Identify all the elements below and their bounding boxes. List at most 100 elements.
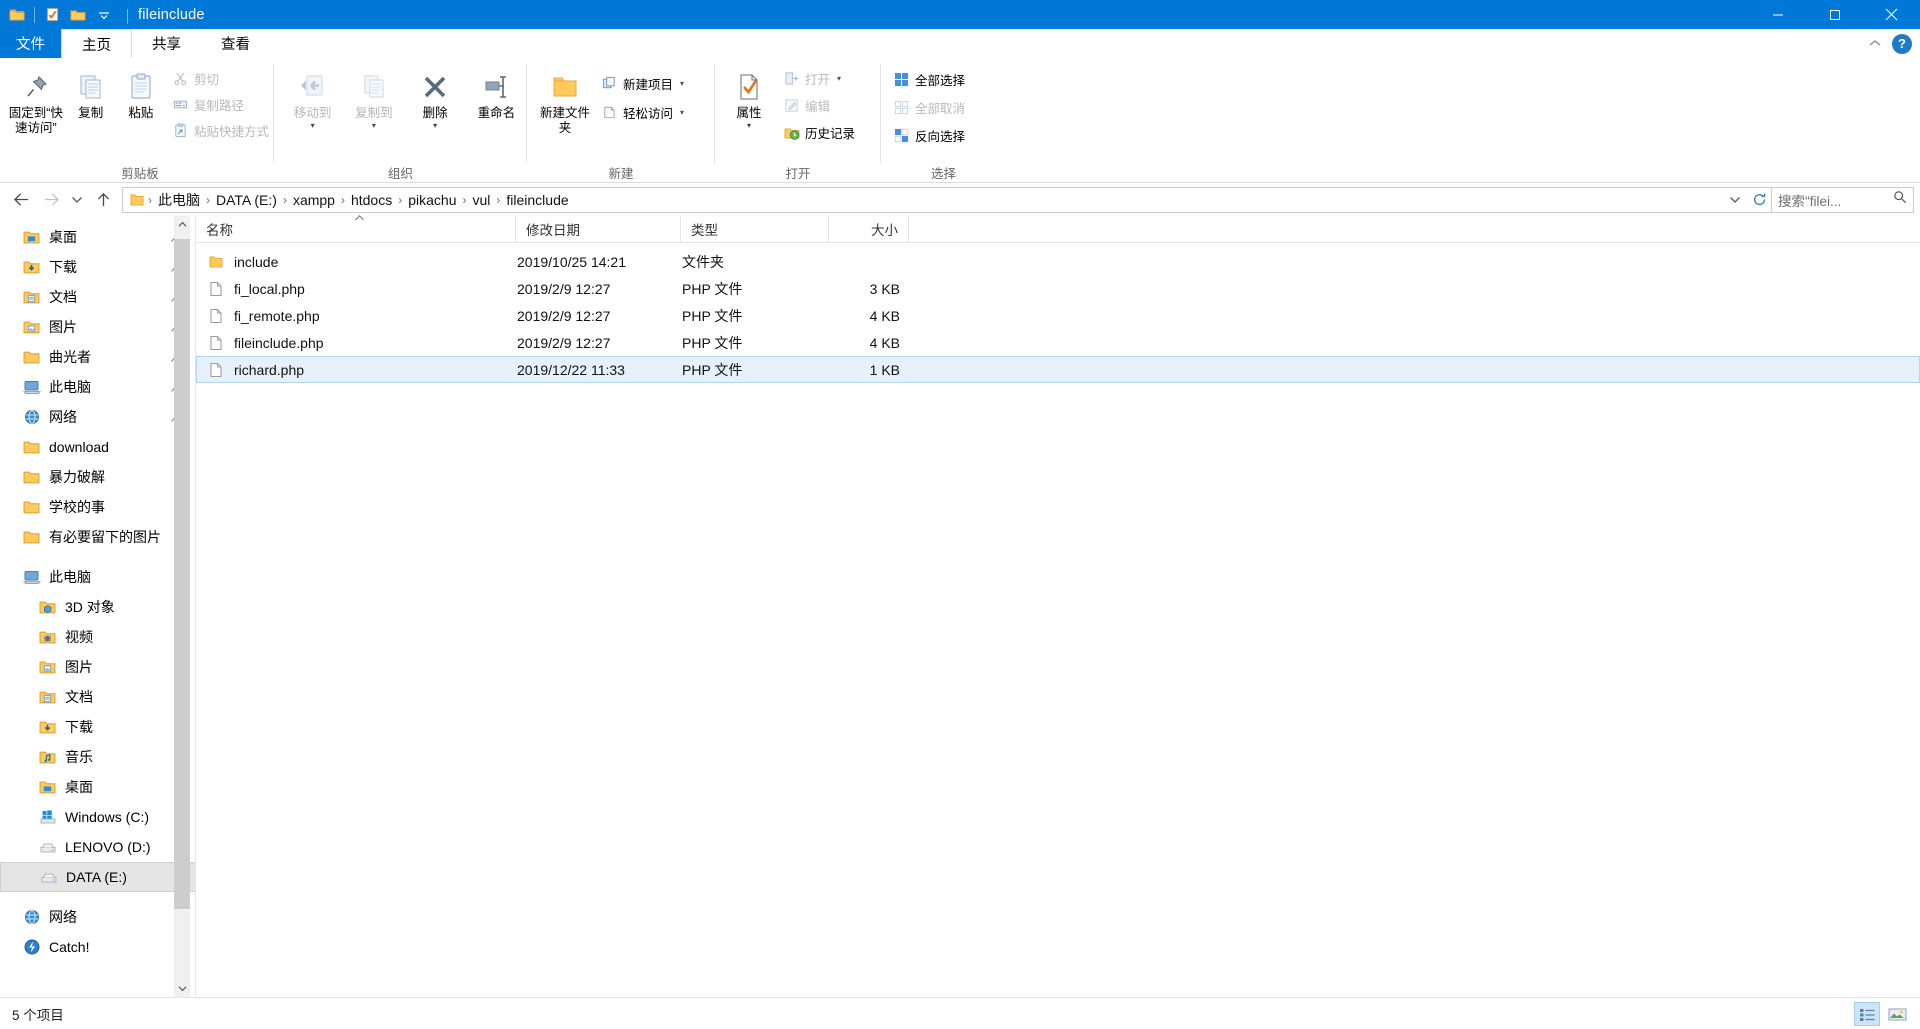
copy-to-button[interactable]: 复制到 ▾ xyxy=(343,66,404,130)
forward-button[interactable] xyxy=(36,186,66,214)
paste-shortcut-button[interactable]: 粘贴快捷方式 xyxy=(170,119,274,142)
back-button[interactable] xyxy=(6,186,36,214)
nav-item-desktop-pc[interactable]: 桌面 xyxy=(0,772,196,802)
nav-item-pictures[interactable]: 图片 xyxy=(0,312,196,342)
nav-item-music[interactable]: 音乐 xyxy=(0,742,196,772)
nav-scroll-track[interactable] xyxy=(174,233,190,980)
nav-scroll-thumb[interactable] xyxy=(174,239,190,909)
nav-item-3d-objects[interactable]: 3D 对象 xyxy=(0,592,196,622)
paste-button[interactable]: 粘贴 xyxy=(116,66,166,121)
table-row[interactable]: richard.php 2019/12/22 11:33 PHP 文件 1 KB xyxy=(196,356,1920,383)
move-to-label: 移动到 xyxy=(293,106,332,120)
rename-button[interactable]: 重命名 xyxy=(466,66,527,121)
help-icon[interactable]: ? xyxy=(1892,33,1912,54)
nav-item-documents[interactable]: 文档 xyxy=(0,282,196,312)
tab-share[interactable]: 共享 xyxy=(132,29,201,58)
properties-caret-icon[interactable]: ▾ xyxy=(747,122,751,130)
new-folder-quick-icon[interactable] xyxy=(65,2,91,28)
nav-item-documents-pc[interactable]: 文档 xyxy=(0,682,196,712)
column-header-type[interactable]: 类型 xyxy=(681,215,829,243)
nav-item-youbiyaoliuxiadetupian[interactable]: 有必要留下的图片 xyxy=(0,522,196,552)
edit-button[interactable]: 编辑 xyxy=(781,94,860,117)
breadcrumb-item-5[interactable]: vul xyxy=(467,192,495,208)
minimize-button[interactable] xyxy=(1749,0,1806,29)
nav-item-lenovo-d[interactable]: LENOVO (D:) xyxy=(0,832,196,862)
nav-item-xuexiaodeshi[interactable]: 学校的事 xyxy=(0,492,196,522)
system-menu-icon[interactable] xyxy=(4,2,30,28)
nav-item-desktop[interactable]: 桌面 xyxy=(0,222,196,252)
address-chevron-down-icon[interactable] xyxy=(1723,188,1747,212)
recent-locations-button[interactable] xyxy=(66,186,88,214)
nav-item-catch[interactable]: Catch! xyxy=(0,932,196,962)
properties-quick-icon[interactable] xyxy=(39,2,65,28)
nav-item-baolipojie[interactable]: 暴力破解 xyxy=(0,462,196,492)
close-button[interactable] xyxy=(1863,0,1920,29)
search-icon[interactable] xyxy=(1893,190,1907,209)
tab-home[interactable]: 主页 xyxy=(61,29,132,58)
breadcrumb-item-0[interactable]: 此电脑 xyxy=(153,190,205,210)
copy-path-button[interactable]: 复制路径 xyxy=(170,93,274,116)
nav-item-downloads[interactable]: 下载 xyxy=(0,252,196,282)
open-button[interactable]: 打开 ▾ xyxy=(781,67,860,90)
nav-pane-scrollbar[interactable] xyxy=(174,216,190,997)
up-button[interactable] xyxy=(88,186,118,214)
nav-item-network[interactable]: 网络 xyxy=(0,902,196,932)
address-bar[interactable]: › 此电脑 › DATA (E:) › xampp › htdocs › pik… xyxy=(122,186,1772,213)
new-item-button[interactable]: 新建项目 ▾ xyxy=(599,72,689,95)
select-none-button[interactable]: 全部取消 xyxy=(891,96,970,119)
table-row[interactable]: fi_local.php 2019/2/9 12:27 PHP 文件 3 KB xyxy=(196,275,1920,302)
delete-caret-icon[interactable]: ▾ xyxy=(433,122,437,130)
cut-button[interactable]: 剪切 xyxy=(170,67,274,90)
select-all-button[interactable]: 全部选择 xyxy=(891,68,970,91)
nav-item-videos[interactable]: 视频 xyxy=(0,622,196,652)
new-folder-button[interactable]: 新建文件夹 xyxy=(537,66,593,136)
scroll-up-arrow-icon[interactable] xyxy=(174,216,190,233)
search-input[interactable]: 搜索"filei... xyxy=(1772,186,1914,213)
breadcrumb-item-6[interactable]: fileinclude xyxy=(501,192,573,208)
easy-access-dropdown-icon[interactable]: ▾ xyxy=(680,108,684,117)
nav-item-download[interactable]: download xyxy=(0,432,196,462)
breadcrumb-item-2[interactable]: xampp xyxy=(288,192,340,208)
tab-view[interactable]: 查看 xyxy=(201,29,270,58)
maximize-button[interactable] xyxy=(1806,0,1863,29)
move-to-button[interactable]: 移动到 ▾ xyxy=(282,66,343,130)
open-dropdown-icon[interactable]: ▾ xyxy=(837,74,841,83)
column-header-date[interactable]: 修改日期 xyxy=(516,215,681,243)
details-view-button[interactable] xyxy=(1854,1002,1880,1026)
nav-item-windows-c[interactable]: Windows (C:) xyxy=(0,802,196,832)
table-row[interactable]: include 2019/10/25 14:21 文件夹 xyxy=(196,248,1920,275)
cell-date: 2019/2/9 12:27 xyxy=(517,307,611,324)
nav-item-pictures-pc[interactable]: 图片 xyxy=(0,652,196,682)
invert-selection-button[interactable]: 反向选择 xyxy=(891,124,970,147)
nav-item-downloads-pc[interactable]: 下载 xyxy=(0,712,196,742)
copy-to-caret-icon[interactable]: ▾ xyxy=(372,122,376,130)
delete-button[interactable]: 删除 ▾ xyxy=(405,66,466,130)
copy-button[interactable]: 复制 xyxy=(66,66,116,121)
breadcrumb-item-3[interactable]: htdocs xyxy=(346,192,397,208)
new-item-dropdown-icon[interactable]: ▾ xyxy=(680,79,684,88)
nav-item-this-pc-root[interactable]: 此电脑 xyxy=(0,562,196,592)
nav-item-data-e[interactable]: DATA (E:) xyxy=(0,862,196,892)
nav-item-this-pc-quick[interactable]: 此电脑 xyxy=(0,372,196,402)
table-row[interactable]: fi_remote.php 2019/2/9 12:27 PHP 文件 4 KB xyxy=(196,302,1920,329)
nav-item-quguangzhe[interactable]: 曲光者 xyxy=(0,342,196,372)
history-button[interactable]: 历史记录 xyxy=(781,121,860,144)
copy-label: 复制 xyxy=(78,106,104,120)
column-header-name[interactable]: 名称 xyxy=(196,214,516,243)
table-row[interactable]: fileinclude.php 2019/2/9 12:27 PHP 文件 4 … xyxy=(196,329,1920,356)
breadcrumb-item-1[interactable]: DATA (E:) xyxy=(211,192,282,208)
move-to-caret-icon[interactable]: ▾ xyxy=(311,122,315,130)
refresh-icon[interactable] xyxy=(1747,188,1771,212)
nav-item-network-quick[interactable]: 网络 xyxy=(0,402,196,432)
column-header-size[interactable]: 大小 xyxy=(829,215,909,243)
tab-file[interactable]: 文件 xyxy=(0,29,61,58)
pin-to-quick-access-button[interactable]: 固定到“快速访问” xyxy=(6,66,66,136)
properties-button[interactable]: 属性 ▾ xyxy=(723,66,775,130)
easy-access-button[interactable]: 轻松访问 ▾ xyxy=(599,101,689,124)
breadcrumb-item-4[interactable]: pikachu xyxy=(403,192,461,208)
collapse-ribbon-icon[interactable] xyxy=(1868,36,1882,51)
large-icons-view-button[interactable] xyxy=(1884,1002,1910,1026)
scroll-down-arrow-icon[interactable] xyxy=(174,980,190,997)
qat-chevron-down-icon[interactable] xyxy=(91,2,117,28)
nav-label: 桌面 xyxy=(65,779,93,795)
